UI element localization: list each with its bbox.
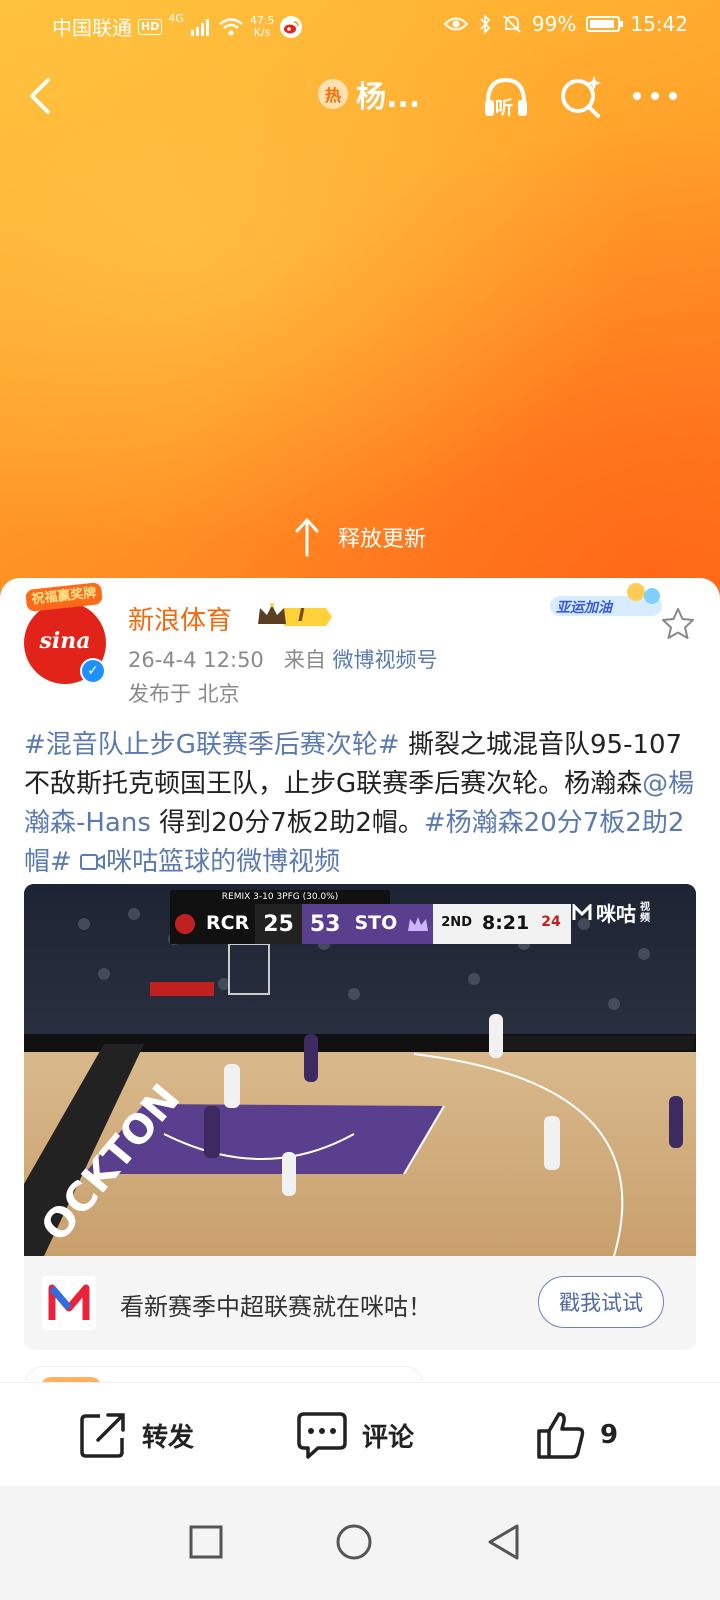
more-dots-icon — [633, 92, 677, 100]
hashtag-link[interactable]: #混音队止步G联赛季后赛次轮# — [24, 730, 400, 760]
post-location: 发布于 北京 — [128, 682, 240, 706]
repost-button[interactable]: 转发 — [78, 1407, 194, 1463]
pull-refresh-hint: 释放更新 — [0, 512, 720, 562]
more-button[interactable] — [630, 78, 680, 114]
crown-icon — [258, 603, 332, 626]
chevron-left-icon — [30, 78, 50, 114]
author-avatar[interactable]: 祝福赢奖牌 sina ✓ — [24, 582, 106, 684]
video-camera-icon — [80, 854, 106, 870]
weibo-icon — [280, 15, 303, 38]
bluetooth-icon — [480, 14, 491, 34]
thumbs-up-icon — [537, 1412, 585, 1459]
watermark-text: 咪咕 — [596, 902, 636, 926]
post-text-segment: 得到20分7板2助2帽。 — [150, 808, 424, 838]
quarter: 2ND — [433, 904, 478, 944]
system-navigation-bar — [0, 1486, 720, 1600]
team1-name: RCR — [200, 904, 256, 944]
mute-bell-icon — [503, 15, 521, 33]
event-sticker-text: 亚运加油 — [556, 600, 612, 616]
vip-level: I — [298, 605, 305, 626]
watermark-subtext: 视频 — [640, 901, 650, 924]
post-datetime: 26-4-4 12:50 — [128, 648, 264, 672]
topic-title[interactable]: 热 杨... — [318, 72, 420, 116]
like-count: 9 — [600, 1420, 619, 1450]
team1-score: 25 — [255, 904, 302, 944]
video-watermark: 咪咕 视频 — [572, 898, 652, 927]
verified-icon: ✓ — [80, 658, 106, 684]
back-nav-button[interactable] — [484, 1522, 524, 1562]
net-speed: 47.5 K/s — [249, 13, 275, 39]
avatar-frame-banner: 祝福赢奖牌 — [25, 582, 103, 612]
battery-icon — [586, 16, 624, 32]
star-icon — [662, 608, 694, 639]
signal-icon — [190, 18, 209, 36]
battery-percent: 99% — [531, 12, 577, 36]
post-text: #混音队止步G联赛季后赛次轮# 撕裂之城混音队95-107不敌斯托克顿国王队，止… — [24, 726, 696, 882]
triangle-back-icon — [488, 1524, 519, 1560]
comment-button[interactable]: 评论 — [296, 1407, 414, 1463]
team2-score: 53 — [301, 904, 349, 944]
carrier-label: 中国联通 — [52, 16, 132, 40]
search-sparkle-icon — [561, 76, 601, 118]
event-sticker: 亚运加油 — [550, 582, 670, 622]
scoreboard: RCR 25 53 STO 2ND 8:21 24 — [170, 904, 571, 944]
search-button[interactable] — [556, 72, 604, 120]
promo-text: 看新赛季中超联赛就在咪咕！ — [120, 1293, 432, 1321]
migu-logo-icon — [572, 903, 592, 920]
favorite-button[interactable] — [660, 606, 696, 642]
share-icon — [80, 1413, 125, 1458]
promo-try-button[interactable]: 戳我试试 — [538, 1276, 664, 1328]
score-stat-header: REMIX 3-10 3PFG (30.0%) — [170, 890, 390, 904]
pull-refresh-label: 释放更新 — [337, 527, 426, 552]
source-link[interactable]: 微博视频号 — [333, 648, 438, 672]
shot-clock: 24 — [535, 904, 571, 944]
promo-banner[interactable]: 看新赛季中超联赛就在咪咕！ 戳我试试 — [24, 1256, 696, 1350]
like-button[interactable]: 9 — [536, 1407, 618, 1463]
sina-logo: sina — [39, 628, 91, 654]
video-link-label: 咪咕篮球的微博视频 — [106, 847, 341, 877]
source-label: 来自 — [283, 648, 326, 672]
comment-label: 评论 — [362, 1422, 415, 1453]
square-icon — [189, 1525, 223, 1559]
migu-app-icon — [42, 1276, 96, 1330]
recent-apps-button[interactable] — [186, 1522, 226, 1562]
comment-icon — [297, 1412, 347, 1459]
home-button[interactable] — [334, 1522, 374, 1562]
topic-title-text: 杨... — [356, 80, 421, 115]
wifi-icon — [219, 17, 243, 35]
video-link[interactable]: 咪咕篮球的微博视频 — [80, 847, 340, 877]
top-nav: 热 杨... 听 — [0, 58, 720, 134]
repost-label: 转发 — [142, 1422, 195, 1453]
vip-badge: I — [256, 602, 332, 632]
back-button[interactable] — [22, 72, 62, 120]
post-action-bar: 转发 评论 9 — [0, 1382, 720, 1486]
author-name[interactable]: 新浪体育 — [128, 600, 232, 637]
listen-button[interactable]: 听 — [480, 70, 532, 122]
arrow-up-icon — [295, 518, 319, 557]
circle-icon — [336, 1524, 372, 1560]
hot-icon: 热 — [318, 79, 348, 109]
listen-label: 听 — [495, 98, 513, 119]
team2-logo-icon — [403, 904, 434, 944]
clock: 15:42 — [630, 12, 688, 36]
network-type: 4G — [168, 12, 184, 25]
status-bar: 中国联通 HD 4G 47.5 K/s 99% 15:42 — [0, 0, 720, 50]
post-meta: 26-4-4 12:50 来自 微博视频号 — [128, 644, 438, 674]
team1-logo-icon — [170, 904, 200, 944]
eye-icon — [443, 17, 468, 31]
game-clock: 8:21 — [477, 904, 536, 944]
team2-name: STO — [348, 904, 404, 944]
hd-badge: HD — [138, 18, 163, 35]
